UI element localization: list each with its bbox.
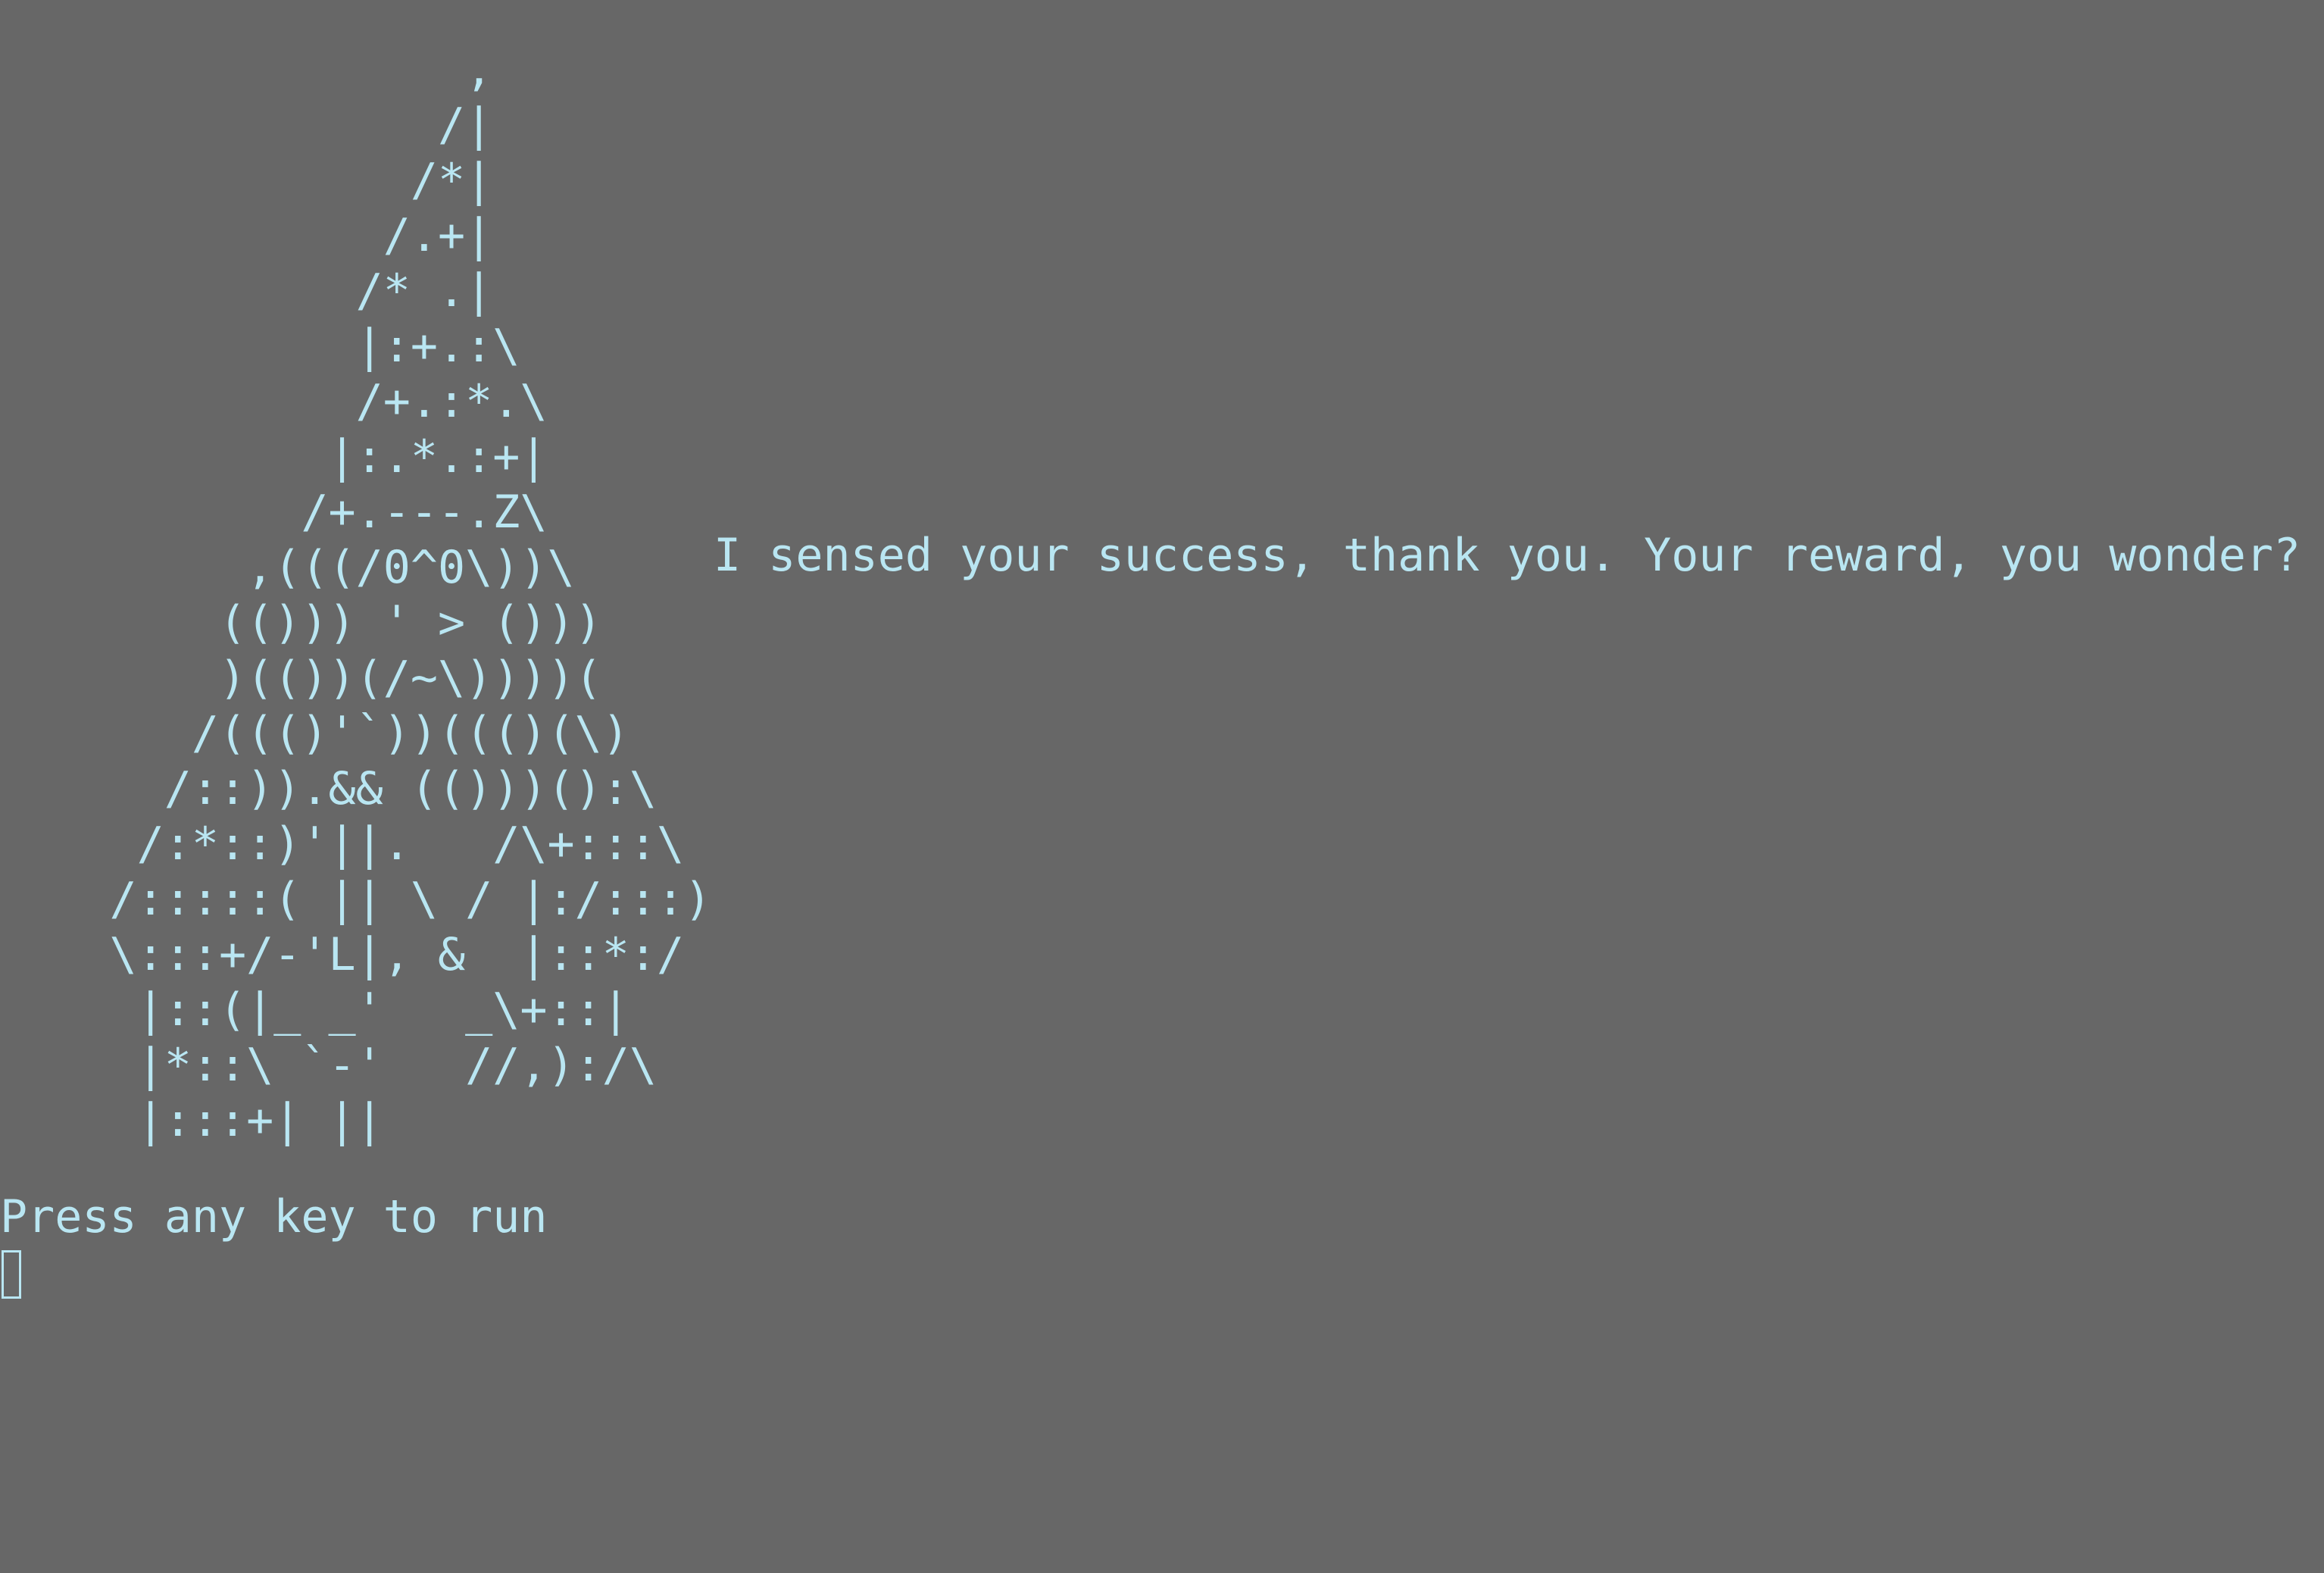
text-cursor (2, 1250, 21, 1299)
press-any-key-prompt: Press any key to run (0, 1190, 548, 1243)
wizard-ascii-art: , /| /*| /.+| /* .| |:+.:\ /+.:*.\ |:.*.… (109, 43, 712, 1147)
wizard-speech-text: I sensed your success, thank you. Your r… (714, 529, 2301, 582)
terminal-window[interactable]: , /| /*| /.+| /* .| |:+.:\ /+.:*.\ |:.*.… (0, 0, 2324, 1573)
